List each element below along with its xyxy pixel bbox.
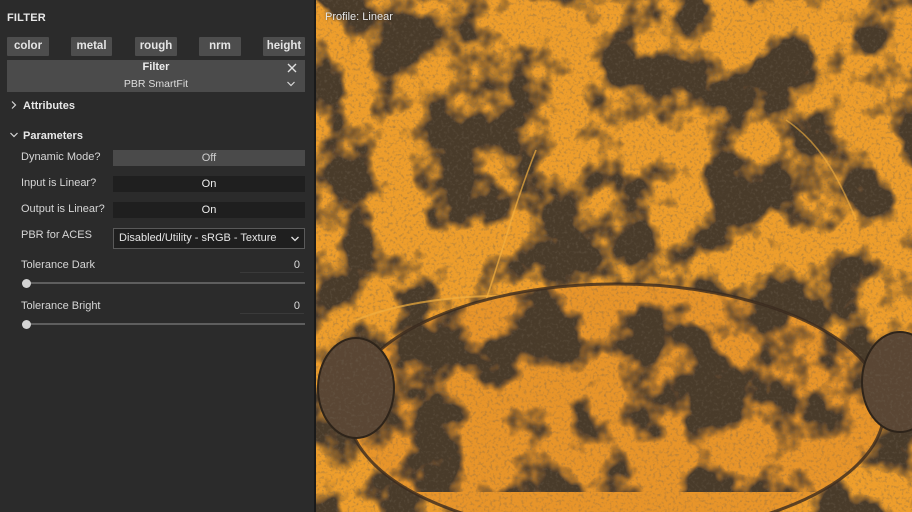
- chevron-down-icon: [10, 132, 18, 138]
- close-icon[interactable]: [285, 61, 299, 75]
- pbr-aces-value: Disabled/Utility - sRGB - Texture: [119, 232, 277, 244]
- chevron-down-icon: [291, 236, 299, 242]
- texture-viewport[interactable]: [316, 0, 912, 512]
- texture-preview: [316, 0, 912, 512]
- tolerance-dark-slider-track[interactable]: [26, 282, 305, 284]
- section-attributes[interactable]: Attributes: [9, 100, 75, 112]
- input-linear-label: Input is Linear?: [21, 177, 97, 189]
- filter-title: Filter: [142, 61, 170, 73]
- filter-selector[interactable]: Filter PBR SmartFit: [7, 60, 305, 92]
- chevron-right-icon: [11, 101, 17, 109]
- filter-panel: FILTER color metal rough nrm height Filt…: [0, 0, 314, 512]
- panel-title: FILTER: [7, 12, 46, 24]
- channel-button-metal[interactable]: metal: [71, 37, 112, 56]
- output-linear-toggle[interactable]: On: [113, 202, 305, 218]
- section-attributes-label: Attributes: [23, 100, 75, 112]
- pbr-aces-select[interactable]: Disabled/Utility - sRGB - Texture: [113, 228, 305, 249]
- tolerance-bright-slider-handle[interactable]: [22, 320, 31, 329]
- tolerance-dark-input[interactable]: 0: [240, 258, 304, 273]
- tolerance-dark-slider-handle[interactable]: [22, 279, 31, 288]
- dynamic-mode-label: Dynamic Mode?: [21, 151, 101, 163]
- tolerance-dark-label: Tolerance Dark: [21, 259, 95, 271]
- channel-button-rough[interactable]: rough: [135, 37, 177, 56]
- section-parameters[interactable]: Parameters: [9, 130, 83, 142]
- tolerance-bright-input[interactable]: 0: [240, 299, 304, 314]
- chevron-down-icon[interactable]: [286, 79, 296, 89]
- output-linear-label: Output is Linear?: [21, 203, 105, 215]
- channel-button-nrm[interactable]: nrm: [199, 37, 241, 56]
- tolerance-bright-slider-track[interactable]: [26, 323, 305, 325]
- channel-button-color[interactable]: color: [7, 37, 49, 56]
- filter-name[interactable]: PBR SmartFit: [7, 78, 305, 90]
- section-parameters-label: Parameters: [23, 130, 83, 142]
- tolerance-bright-label: Tolerance Bright: [21, 300, 101, 312]
- dynamic-mode-toggle[interactable]: Off: [113, 150, 305, 166]
- input-linear-toggle[interactable]: On: [113, 176, 305, 192]
- pbr-aces-label: PBR for ACES: [21, 229, 92, 241]
- channel-button-height[interactable]: height: [263, 37, 305, 56]
- profile-label: Profile: Linear: [325, 11, 393, 23]
